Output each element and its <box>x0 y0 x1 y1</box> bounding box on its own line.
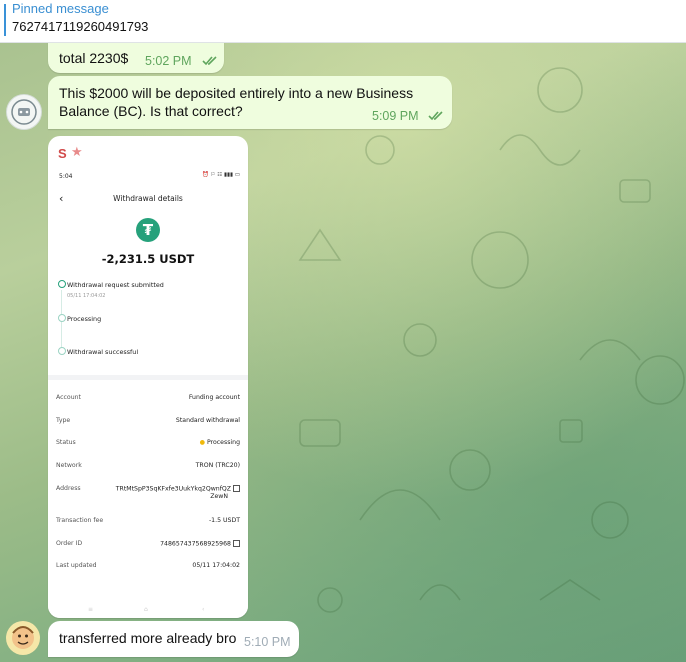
withdrawal-amount: -2,231.5 USDT <box>101 252 195 266</box>
detail-value: Standard withdrawal <box>175 417 240 424</box>
address-value: TRtMtSpP3SqKFxfe3UukYkq2QwnfQZ ZewN <box>90 485 240 500</box>
step-dot-icon <box>58 347 66 355</box>
detail-value-cont: ZewN <box>210 492 228 500</box>
copy-icon[interactable] <box>233 485 240 492</box>
copy-icon[interactable] <box>233 540 240 547</box>
pinned-accent-bar <box>4 4 6 36</box>
photo-message[interactable]: S ★ 5:04 ⏰ ⚐ ☷ ▮▮▮ ▭ ‹ Withdrawal detail… <box>48 136 248 618</box>
step-label: Withdrawal successful <box>67 348 139 356</box>
tether-icon: ₮ <box>136 218 160 242</box>
avatar[interactable] <box>6 94 42 130</box>
step-label: Processing <box>67 315 102 323</box>
avatar[interactable] <box>6 621 40 655</box>
status-value: ● Processing <box>200 439 240 446</box>
detail-label: Transaction fee <box>56 517 104 524</box>
detail-value: Processing <box>206 439 240 446</box>
home-icon: ⌂ <box>144 606 148 613</box>
double-check-icon <box>202 56 217 66</box>
step-time: 05/11 17:04:02 <box>67 293 106 299</box>
step-check-icon <box>58 280 66 288</box>
pinned-text: 7627417119260491793 <box>12 19 149 34</box>
detail-value: TRtMtSpP3SqKFxfe3UukYkq2QwnfQZ <box>115 485 231 493</box>
star-icon: ★ <box>71 144 83 159</box>
sender-name: S <box>58 146 67 161</box>
detail-value: Funding account <box>188 394 240 401</box>
detail-label: Order ID <box>56 540 83 547</box>
screen-title: Withdrawal details <box>113 194 183 203</box>
pinned-title: Pinned message <box>12 1 109 16</box>
detail-label: Account <box>56 394 81 401</box>
android-nav-bar: ≡ ⌂ ‹ <box>48 606 248 618</box>
detail-label: Address <box>56 485 81 492</box>
menu-icon: ≡ <box>88 606 94 613</box>
message-time: 5:09 PM <box>372 109 419 123</box>
avatar-logo-icon <box>11 99 37 125</box>
detail-value: 748657437568925968 <box>160 540 231 548</box>
avatar-face-icon <box>12 626 34 649</box>
detail-label: Type <box>56 417 71 424</box>
detail-value: TRON (TRC20) <box>195 462 240 469</box>
message-bubble[interactable]: transferred more already bro 5:10 PM <box>48 621 299 657</box>
detail-label: Status <box>56 439 76 446</box>
pinned-message-bar[interactable]: Pinned message 7627417119260491793 <box>0 0 686 43</box>
step-label: Withdrawal request submitted <box>67 281 164 289</box>
message-text: transferred more already bro <box>59 630 237 646</box>
detail-label: Network <box>56 462 82 469</box>
message-bubble[interactable]: This $2000 will be deposited entirely in… <box>48 76 452 129</box>
message-time: 5:02 PM <box>145 54 192 68</box>
order-id-value: 748657437568925968 <box>160 540 240 548</box>
message-time: 5:10 PM <box>244 635 291 649</box>
message-text: total 2230$ <box>59 50 129 66</box>
divider <box>48 375 248 380</box>
step-dot-icon <box>58 314 66 322</box>
double-check-icon <box>428 111 443 121</box>
withdrawal-screenshot[interactable]: 5:04 ⏰ ⚐ ☷ ▮▮▮ ▭ ‹ Withdrawal details ₮ … <box>48 166 248 618</box>
back-icon: ‹ <box>202 606 205 613</box>
detail-label: Last updated <box>56 562 97 569</box>
status-icons: ⏰ ⚐ ☷ ▮▮▮ ▭ <box>202 172 240 178</box>
status-time: 5:04 <box>59 173 73 180</box>
status-dot-icon: ● <box>199 439 207 446</box>
detail-value: -1.5 USDT <box>208 517 240 524</box>
detail-value: 05/11 17:04:02 <box>192 562 240 569</box>
